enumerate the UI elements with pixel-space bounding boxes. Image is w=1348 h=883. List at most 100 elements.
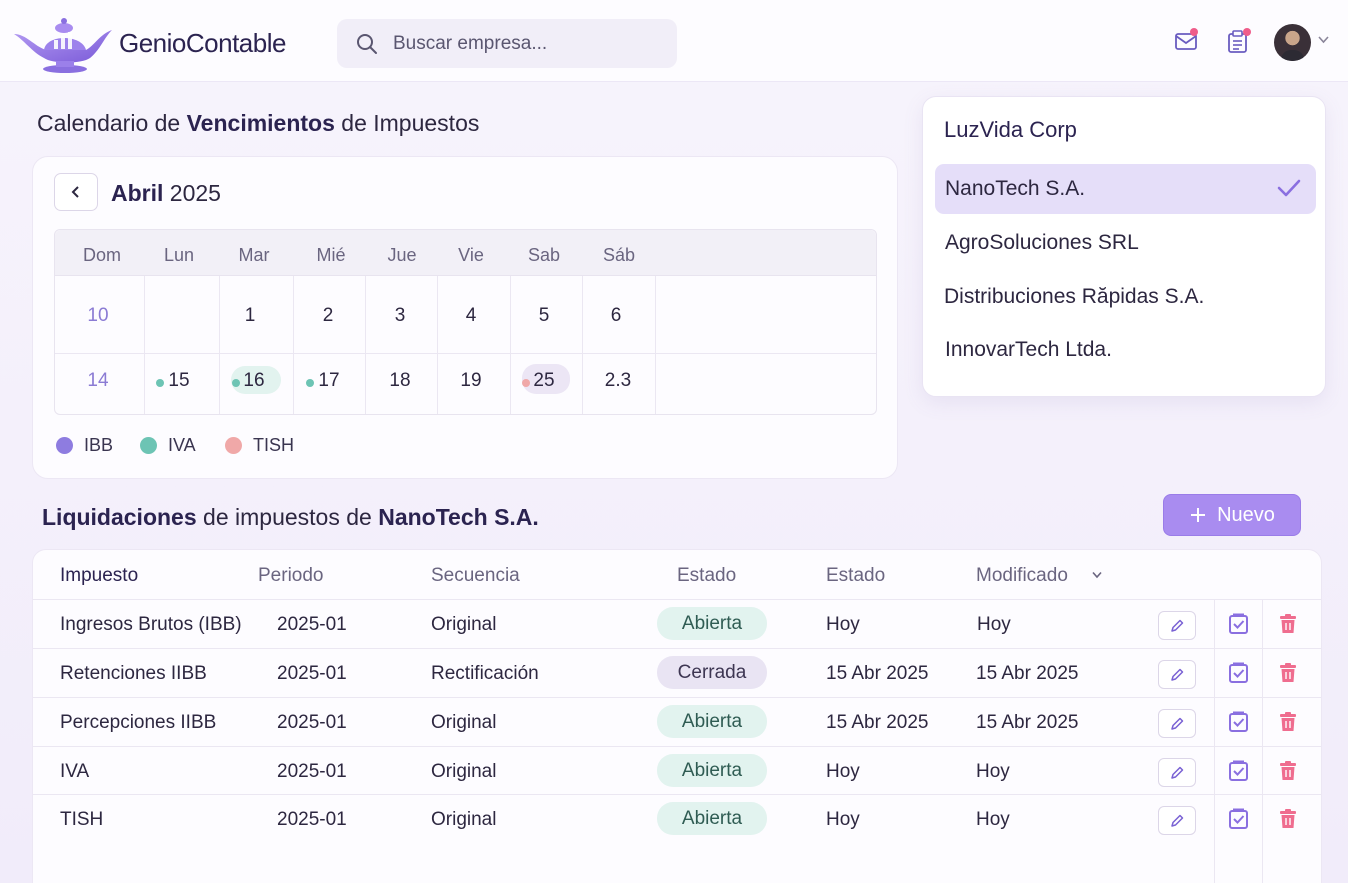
search-input[interactable] (393, 29, 663, 59)
table-row[interactable]: Retenciones IIBB 2025-01 Rectificación C… (33, 648, 1321, 696)
cell-estado-2: Hoy (826, 809, 860, 830)
cell-impuesto: Percepciones IIBB (60, 712, 217, 733)
cell-periodo: 2025-01 (277, 809, 347, 830)
trash-icon[interactable] (1277, 711, 1299, 733)
calendar-day[interactable]: 25 (533, 370, 554, 392)
pencil-icon (1171, 766, 1184, 779)
approve-checkbox-icon[interactable] (1228, 808, 1250, 830)
cell-estado-2: Hoy (826, 614, 860, 635)
approve-checkbox-icon[interactable] (1228, 613, 1250, 635)
column-header-secuencia[interactable]: Secuencia (431, 565, 520, 587)
top-header: GenioContable (0, 0, 1348, 82)
column-header-estado[interactable]: Estado (677, 565, 736, 587)
legend-swatch (140, 437, 157, 454)
iva-due-dot (306, 379, 314, 387)
iva-due-dot (156, 379, 164, 387)
calendar-day[interactable]: 19 (460, 370, 481, 392)
calendar-day[interactable]: 16 (243, 370, 264, 392)
prev-month-button[interactable] (54, 173, 98, 211)
column-header-modificado[interactable]: Modificado (976, 565, 1068, 587)
calendar-section-title: Calendario de Vencimientos de Impuestos (37, 110, 480, 136)
cell-impuesto: Ingresos Brutos (IBB) (60, 614, 242, 635)
clipboard-notification-dot (1243, 28, 1251, 36)
calendar-day[interactable]: 18 (389, 370, 410, 392)
legend-label: IVA (168, 435, 196, 455)
approve-checkbox-icon[interactable] (1228, 760, 1250, 782)
status-badge: Abierta (657, 802, 767, 835)
cell-modificado: 15 Abr 2025 (976, 712, 1079, 733)
cell-secuencia: Original (431, 809, 497, 830)
pencil-icon (1171, 717, 1184, 730)
cell-periodo: 2025-01 (277, 712, 347, 733)
cell-periodo: 2025-01 (277, 761, 347, 782)
calendar-day[interactable]: 14 (87, 370, 108, 392)
cell-estado-2: 15 Abr 2025 (826, 663, 929, 684)
table-row[interactable]: Ingresos Brutos (IBB) 2025-01 Original A… (33, 599, 1321, 647)
company-option-label: NanoTech S.A. (945, 177, 1086, 200)
cell-secuencia: Rectificación (431, 663, 539, 684)
cell-secuencia: Original (431, 712, 497, 733)
edit-button[interactable] (1158, 660, 1196, 689)
cell-estado-2: 15 Abr 2025 (826, 712, 929, 733)
cell-estado-2: Hoy (826, 761, 860, 782)
weekday-header: Dom Lun Mar Mié Jue Vie Sab Sáb (55, 230, 876, 276)
week-divider (55, 353, 876, 354)
edit-button[interactable] (1158, 611, 1196, 640)
company-option-agrosoluciones[interactable]: AgroSoluciones SRL (935, 218, 1316, 268)
legend-label: TISH (253, 435, 295, 455)
column-header-impuesto[interactable]: Impuesto (60, 565, 138, 587)
calendar-day[interactable]: 5 (539, 305, 550, 327)
tish-due-dot (522, 379, 530, 387)
edit-button[interactable] (1158, 709, 1196, 738)
edit-button[interactable] (1158, 806, 1196, 835)
calendar-day[interactable]: 6 (611, 305, 622, 327)
calendar-day[interactable]: 1 (245, 305, 256, 327)
calendar-day[interactable]: 2 (323, 305, 334, 327)
month-label: Abril 2025 (111, 180, 221, 206)
company-option-nanotech[interactable]: NanoTech S.A. (935, 164, 1316, 214)
weekday-label: Mar (238, 245, 270, 265)
new-liquidacion-button[interactable]: Nuevo (1163, 494, 1301, 536)
calendar-day[interactable]: 15 (168, 370, 189, 392)
liquidaciones-title: Liquidaciones de impuestos de NanoTech S… (42, 504, 539, 530)
cell-modificado: 15 Abr 2025 (976, 663, 1079, 684)
plus-icon (1191, 508, 1206, 522)
genie-lamp-logo-icon (14, 18, 112, 73)
table-row[interactable]: IVA 2025-01 Original Abierta Hoy Hoy (33, 746, 1321, 794)
sort-chevron-icon[interactable] (1092, 571, 1102, 579)
calendar-day[interactable]: 2.3 (605, 370, 631, 392)
status-badge: Abierta (657, 607, 767, 640)
search-box[interactable] (337, 19, 677, 68)
trash-icon[interactable] (1277, 662, 1299, 684)
column-header-estado-2[interactable]: Estado (826, 565, 885, 587)
edit-button[interactable] (1158, 758, 1196, 787)
company-dropdown: LuzVida Corp NanoTech S.A. AgroSolucione… (922, 96, 1326, 397)
legend-swatch (56, 437, 73, 454)
trash-icon[interactable] (1277, 613, 1299, 635)
approve-checkbox-icon[interactable] (1228, 662, 1250, 684)
table-row[interactable]: Percepciones IIBB 2025-01 Original Abier… (33, 697, 1321, 745)
user-avatar[interactable] (1274, 24, 1311, 61)
calendar-card: Abril 2025 Dom Lun Mar Mié Jue Vie Sab S… (32, 156, 898, 479)
trash-icon[interactable] (1277, 808, 1299, 830)
chevron-down-icon[interactable] (1318, 36, 1329, 44)
column-header-periodo[interactable]: Periodo (258, 565, 324, 587)
company-option-distribuciones[interactable]: Distribuciones Răpidas S.A. (935, 272, 1316, 322)
cell-impuesto: Retenciones IIBB (60, 663, 207, 684)
calendar-day[interactable]: 10 (87, 305, 108, 327)
table-row[interactable]: TISH 2025-01 Original Abierta Hoy Hoy (33, 794, 1321, 842)
weekday-label: Sáb (602, 245, 636, 265)
trash-icon[interactable] (1277, 760, 1299, 782)
approve-checkbox-icon[interactable] (1228, 711, 1250, 733)
calendar-day[interactable]: 3 (395, 305, 406, 327)
new-button-label: Nuevo (1217, 503, 1275, 526)
calendar-day[interactable]: 4 (466, 305, 477, 327)
weekday-label: Jue (387, 245, 417, 265)
status-badge: Abierta (657, 754, 767, 787)
company-option-innovartech[interactable]: InnovarTech Ltda. (935, 325, 1316, 375)
checkmark-icon (1277, 179, 1301, 197)
cell-modificado: Hoy (977, 614, 1011, 635)
cell-modificado: Hoy (976, 761, 1010, 782)
iva-due-dot (232, 379, 240, 387)
calendar-day[interactable]: 17 (318, 370, 339, 392)
